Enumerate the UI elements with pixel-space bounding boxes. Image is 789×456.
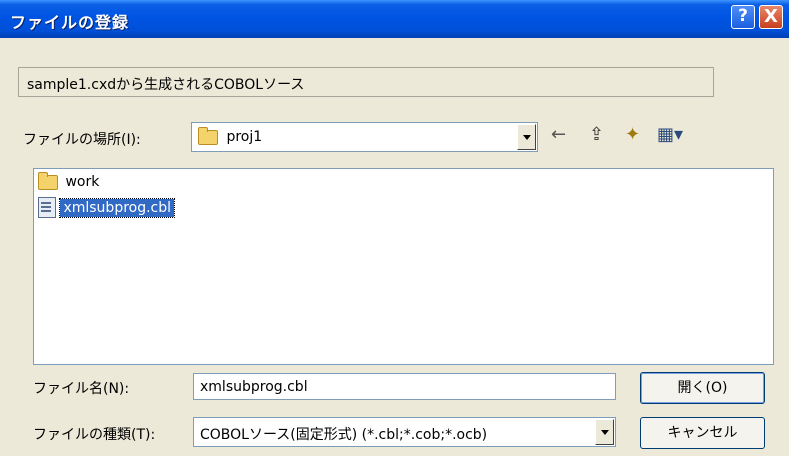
location-dropdown[interactable]: proj1 [191, 122, 538, 152]
filename-input[interactable] [193, 373, 616, 400]
list-item-label: work [65, 174, 100, 190]
filetype-label: ファイルの種類(T): [33, 427, 156, 443]
close-button[interactable]: X [759, 5, 783, 29]
new-folder-icon[interactable]: ✦ [625, 124, 640, 145]
location-value: proj1 [226, 129, 263, 145]
filename-input-field[interactable] [194, 374, 615, 399]
list-item-file[interactable]: xmlsubprog.cbl [38, 197, 176, 218]
open-button[interactable]: 開く(O) [640, 372, 765, 404]
list-item-label: xmlsubprog.cbl [59, 197, 176, 218]
file-list[interactable]: work xmlsubprog.cbl [33, 168, 774, 365]
cobol-file-icon [38, 197, 56, 218]
title-bar[interactable]: ファイルの登録 ? X [0, 0, 789, 38]
list-item-folder[interactable]: work [38, 171, 102, 190]
chevron-down-icon[interactable] [595, 419, 614, 445]
window-title: ファイルの登録 [10, 13, 130, 32]
cancel-button[interactable]: キャンセル [640, 417, 765, 449]
filetype-dropdown[interactable]: COBOLソース(固定形式) (*.cbl;*.cob;*.ocb) [193, 417, 616, 447]
file-register-dialog: ファイルの登録 ? X sample1.cxdから生成されるCOBOLソース フ… [0, 0, 789, 456]
chevron-down-icon[interactable] [517, 124, 536, 150]
filename-label: ファイル名(N): [33, 381, 130, 397]
back-arrow-icon[interactable]: ← [551, 124, 566, 145]
folder-icon [198, 126, 218, 145]
up-folder-icon[interactable]: ⇪ [589, 124, 604, 145]
view-menu-icon[interactable]: ▦▾ [657, 124, 683, 145]
location-label: ファイルの場所(I): [23, 132, 141, 148]
filetype-value: COBOLソース(固定形式) (*.cbl;*.cob;*.ocb) [200, 427, 488, 443]
dialog-caption: sample1.cxdから生成されるCOBOLソース [18, 67, 714, 97]
folder-icon [38, 171, 58, 190]
help-button[interactable]: ? [731, 5, 755, 29]
